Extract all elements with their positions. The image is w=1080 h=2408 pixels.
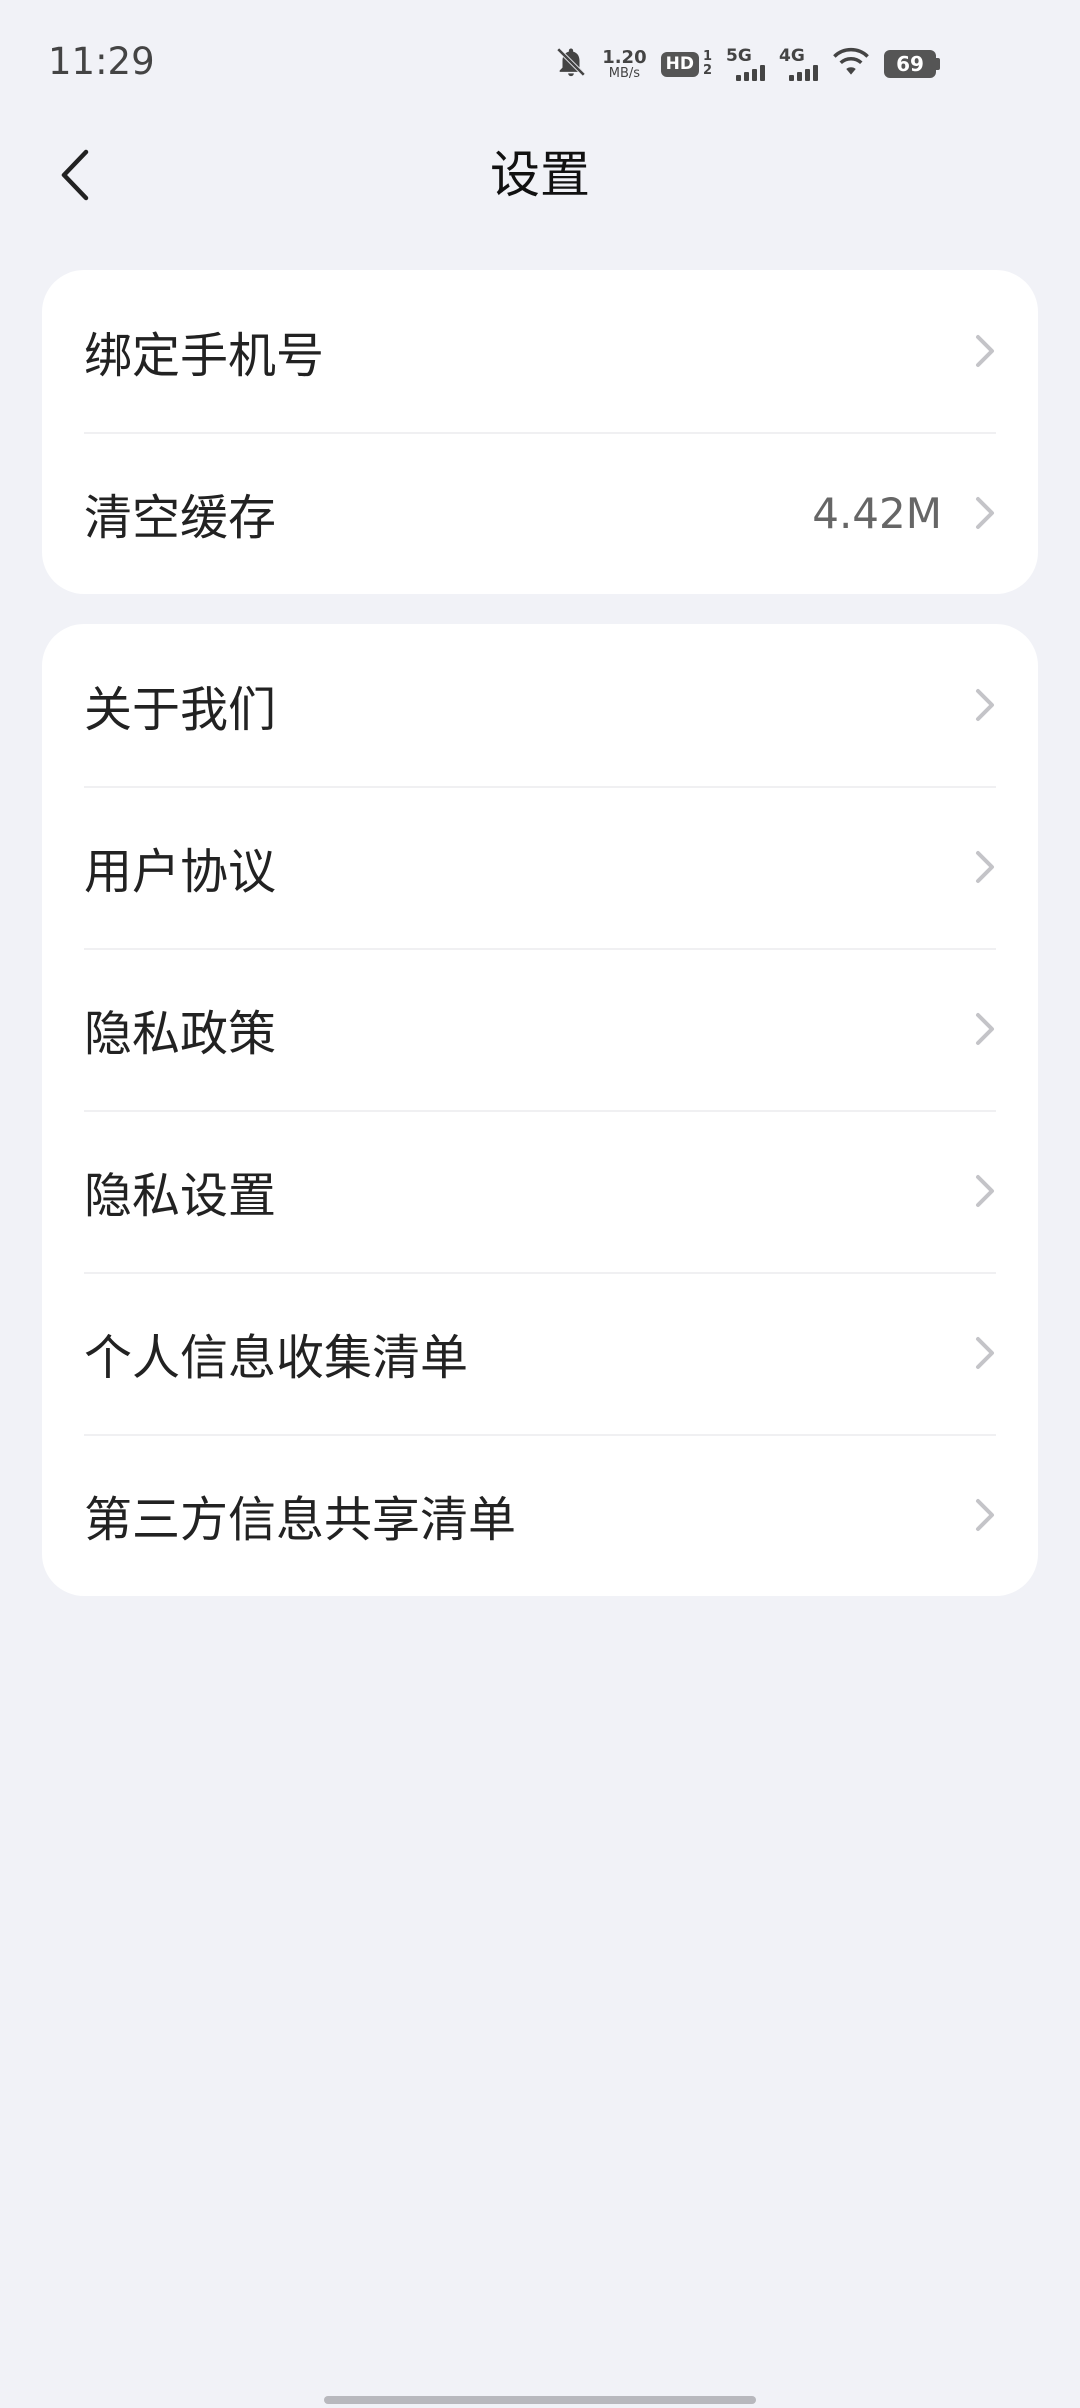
status-icons: 1.20 MB/s HD 1 2 5G 4G 69 — [554, 42, 940, 86]
row-label: 关于我们 — [84, 682, 277, 738]
network-5g-label: 5G — [726, 46, 752, 66]
row-clear-cache[interactable]: 清空缓存 4.42M — [42, 432, 1038, 594]
settings-group-info: 关于我们 用户协议 隐私政策 隐私设置 个人信息收集清单 第三方信息共享清单 — [42, 624, 1038, 1596]
chevron-right-icon — [970, 1495, 998, 1535]
chevron-right-icon — [970, 1009, 998, 1049]
chevron-right-icon — [970, 1171, 998, 1211]
hd-sub: 1 2 — [703, 50, 712, 78]
row-personal-info-list[interactable]: 个人信息收集清单 — [42, 1272, 1038, 1434]
row-privacy-settings[interactable]: 隐私设置 — [42, 1110, 1038, 1272]
network-5g: 5G — [726, 47, 765, 81]
battery-icon: 69 — [884, 50, 940, 78]
net-speed-value: 1.20 — [602, 46, 647, 68]
row-label: 隐私政策 — [84, 1006, 277, 1062]
page-title: 设置 — [490, 146, 590, 204]
hd-badge: HD — [660, 51, 699, 77]
settings-group-account: 绑定手机号 清空缓存 4.42M — [42, 270, 1038, 594]
row-about-us[interactable]: 关于我们 — [42, 624, 1038, 786]
chevron-right-icon — [970, 847, 998, 887]
row-label: 隐私设置 — [84, 1168, 277, 1224]
wifi-icon — [832, 47, 870, 81]
row-bind-phone[interactable]: 绑定手机号 — [42, 270, 1038, 432]
nav-bar: 设置 — [0, 130, 1080, 220]
row-label: 清空缓存 — [84, 490, 277, 546]
net-speed-unit: MB/s — [608, 65, 641, 81]
cache-size-value: 4.42M — [812, 488, 942, 538]
row-privacy-policy[interactable]: 隐私政策 — [42, 948, 1038, 1110]
signal-bars-icon — [789, 65, 818, 81]
hd-sub-1: 1 — [702, 49, 712, 64]
chevron-right-icon — [970, 331, 998, 371]
signal-bars-icon — [736, 65, 765, 81]
chevron-right-icon — [970, 685, 998, 725]
row-label: 用户协议 — [84, 844, 277, 900]
status-bar: 11:29 1.20 MB/s HD 1 2 5G 4G 69 — [0, 0, 1080, 130]
net-speed: 1.20 MB/s — [602, 46, 647, 81]
row-label: 绑定手机号 — [84, 328, 325, 384]
chevron-right-icon — [970, 493, 998, 533]
chevron-right-icon — [970, 1333, 998, 1373]
home-indicator[interactable] — [324, 2396, 756, 2404]
row-third-party-sharing-list[interactable]: 第三方信息共享清单 — [42, 1434, 1038, 1596]
battery-level: 69 — [884, 50, 936, 78]
network-4g: 4G — [779, 47, 818, 81]
row-label: 个人信息收集清单 — [84, 1330, 469, 1386]
status-time: 11:29 — [48, 40, 155, 83]
bell-off-icon — [554, 45, 588, 83]
row-label: 第三方信息共享清单 — [84, 1492, 517, 1548]
row-user-agreement[interactable]: 用户协议 — [42, 786, 1038, 948]
hd-sub-2: 2 — [702, 63, 712, 78]
network-4g-label: 4G — [779, 46, 805, 66]
